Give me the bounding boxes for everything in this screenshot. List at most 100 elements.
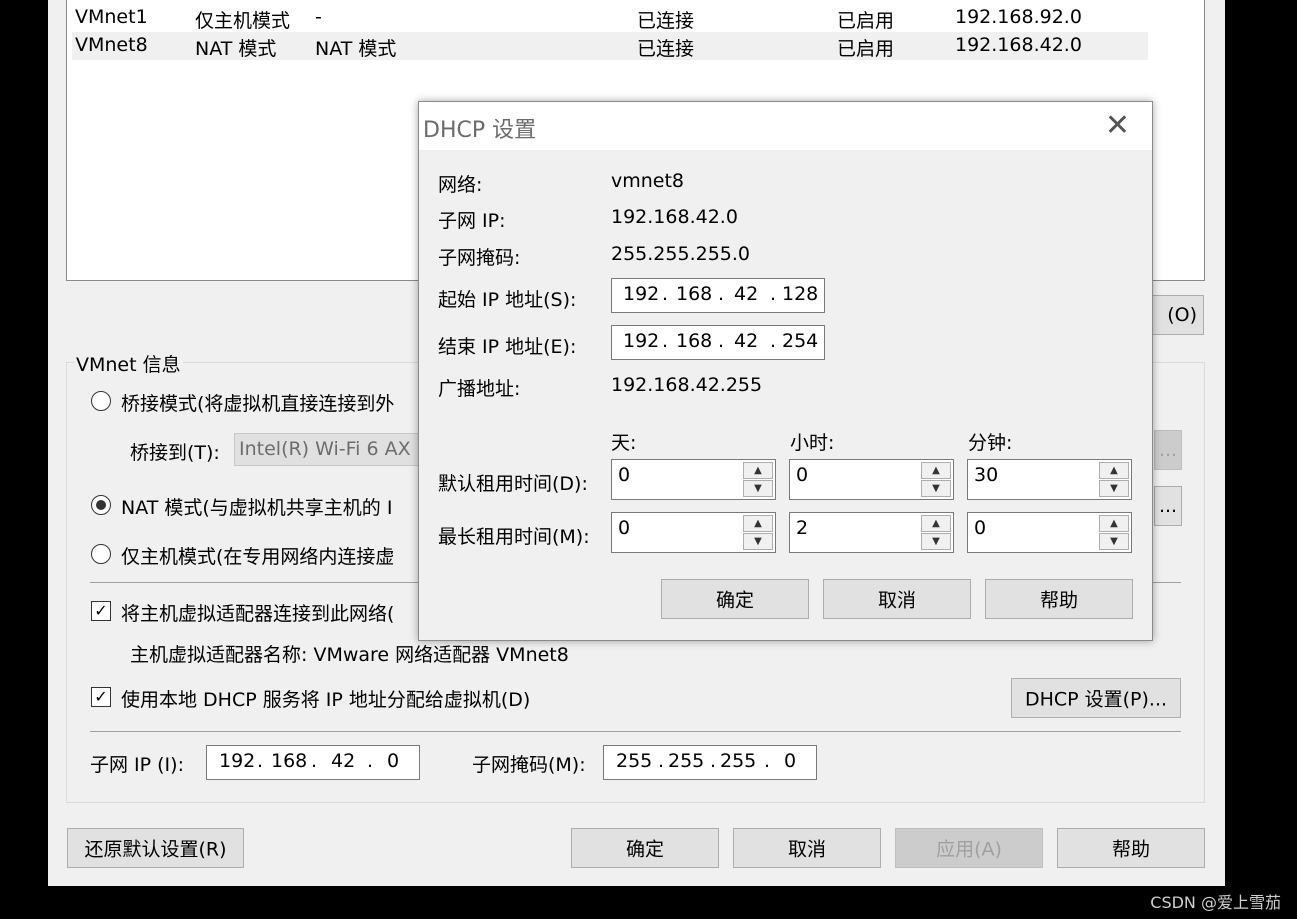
help-button-label: 帮助: [1111, 838, 1150, 861]
nat-settings-button-label: ...: [1158, 495, 1178, 517]
spin-down-icon[interactable]: ▼: [921, 533, 951, 550]
dialog-ok-label: 确定: [715, 589, 754, 612]
dialog-ok-button[interactable]: 确定: [661, 579, 809, 619]
network-subnet: 192.168.42.0: [955, 34, 1082, 56]
dhcp-settings-dialog: DHCP 设置 ✕ 网络: vmnet8 子网 IP: 192.168.42.0…: [418, 101, 1153, 641]
ip-octet: 42: [734, 330, 759, 352]
ip-octet: 192: [623, 330, 660, 352]
ip-octet: 255: [720, 750, 757, 772]
subnet-mask-label: 子网掩码:: [438, 247, 521, 269]
days-column-label: 天:: [611, 432, 637, 454]
hours-column-label: 小时:: [790, 432, 835, 454]
screen: { "networks": { "rows": [ {"name":"VMnet…: [0, 0, 1297, 919]
table-row[interactable]: VMnet1 仅主机模式 - 已连接 已启用 192.168.92.0: [72, 4, 1148, 32]
spinner-value: 0: [618, 464, 631, 486]
spinner-value: 30: [974, 464, 999, 486]
close-icon[interactable]: ✕: [1105, 108, 1130, 143]
spin-down-icon[interactable]: ▼: [1099, 480, 1129, 497]
spin-down-icon[interactable]: ▼: [743, 480, 773, 497]
ok-button-label: 确定: [625, 838, 664, 861]
subnet-ip-field[interactable]: 192 . 168 . 42 . 0: [206, 745, 420, 780]
spin-up-icon[interactable]: ▲: [743, 462, 773, 479]
spinner-value: 2: [796, 517, 809, 539]
spin-up-icon[interactable]: ▲: [1099, 462, 1129, 479]
subnet-ip-value: 192.168.42.0: [611, 206, 738, 228]
default-lease-label: 默认租用时间(D):: [438, 473, 588, 495]
restore-defaults-button[interactable]: 还原默认设置(R): [67, 828, 244, 868]
ip-octet: 192: [219, 750, 256, 772]
spin-up-icon[interactable]: ▲: [743, 515, 773, 532]
ip-octet: 255: [616, 750, 653, 772]
cancel-button[interactable]: 取消: [733, 828, 881, 868]
default-lease-minutes-spinner[interactable]: 30 ▲ ▼: [967, 459, 1132, 500]
nat-settings-button[interactable]: ...: [1154, 486, 1182, 526]
bridge-settings-button[interactable]: ...: [1154, 430, 1182, 470]
spin-up-icon[interactable]: ▲: [1099, 515, 1129, 532]
network-host-connection: 已连接: [637, 38, 695, 60]
hostonly-radio[interactable]: [91, 544, 111, 564]
start-ip-field[interactable]: 192 . 168 . 42 . 128: [611, 278, 825, 313]
bridged-radio[interactable]: [91, 391, 111, 411]
network-type: 仅主机模式: [195, 10, 291, 32]
max-lease-minutes-spinner[interactable]: 0 ▲ ▼: [967, 512, 1132, 553]
apply-button[interactable]: 应用(A): [895, 828, 1043, 868]
spin-down-icon[interactable]: ▼: [743, 533, 773, 550]
ok-button[interactable]: 确定: [571, 828, 719, 868]
spin-up-icon[interactable]: ▲: [921, 462, 951, 479]
max-lease-hours-spinner[interactable]: 2 ▲ ▼: [789, 512, 954, 553]
bridge-settings-button-label: ...: [1158, 439, 1178, 461]
network-dhcp: 已启用: [837, 38, 895, 60]
ip-octet: 192: [623, 283, 660, 305]
cancel-button-label: 取消: [787, 838, 826, 861]
ip-dot: .: [662, 330, 669, 352]
spin-up-icon[interactable]: ▲: [921, 515, 951, 532]
ip-dot: .: [662, 283, 669, 305]
default-lease-hours-spinner[interactable]: 0 ▲ ▼: [789, 459, 954, 500]
spin-down-icon[interactable]: ▼: [921, 480, 951, 497]
spinner-value: 0: [796, 464, 809, 486]
watermark: CSDN @爱上雪茄: [1150, 893, 1281, 912]
connect-adapter-checkbox[interactable]: ✓: [91, 601, 111, 621]
network-host-connection: 已连接: [637, 10, 695, 32]
ip-octet: 42: [331, 750, 356, 772]
dialog-titlebar: DHCP 设置 ✕: [419, 102, 1152, 150]
spinner-value: 0: [618, 517, 631, 539]
subnet-mask-field[interactable]: 255 . 255 . 255 . 0: [603, 745, 817, 780]
network-dhcp: 已启用: [837, 10, 895, 32]
adapter-name-label: 主机虚拟适配器名称: VMware 网络适配器 VMnet8: [130, 644, 569, 666]
max-lease-days-spinner[interactable]: 0 ▲ ▼: [611, 512, 776, 553]
use-dhcp-label: 使用本地 DHCP 服务将 IP 地址分配给虚拟机(D): [121, 689, 531, 711]
spin-down-icon[interactable]: ▼: [1099, 533, 1129, 550]
dialog-help-button[interactable]: 帮助: [985, 579, 1133, 619]
dhcp-settings-button[interactable]: DHCP 设置(P)...: [1011, 678, 1181, 718]
dialog-cancel-label: 取消: [877, 589, 916, 612]
network-external: NAT 模式: [315, 38, 397, 60]
subnet-ip-label: 子网 IP (I):: [90, 754, 184, 776]
broadcast-label: 广播地址:: [438, 378, 521, 400]
ip-dot: .: [710, 750, 717, 772]
ip-octet: 168: [271, 750, 308, 772]
ip-octet: 255: [668, 750, 705, 772]
bridge-to-value: Intel(R) Wi-Fi 6 AX: [239, 438, 411, 460]
dialog-cancel-button[interactable]: 取消: [823, 579, 971, 619]
restore-defaults-label: 还原默认设置(R): [84, 838, 227, 861]
ip-dot: .: [367, 750, 374, 772]
use-dhcp-checkbox[interactable]: ✓: [91, 687, 111, 707]
network-type: NAT 模式: [195, 38, 277, 60]
ip-dot: .: [718, 330, 725, 352]
dialog-help-label: 帮助: [1039, 589, 1078, 612]
ip-octet: 0: [387, 750, 400, 772]
nat-radio[interactable]: [91, 495, 111, 515]
ip-dot: .: [257, 750, 264, 772]
end-ip-field[interactable]: 192 . 168 . 42 . 254: [611, 325, 825, 360]
table-row[interactable]: VMnet8 NAT 模式 NAT 模式 已连接 已启用 192.168.42.…: [72, 32, 1148, 60]
radio-selected-dot: [96, 500, 106, 510]
default-lease-days-spinner[interactable]: 0 ▲ ▼: [611, 459, 776, 500]
help-button[interactable]: 帮助: [1057, 828, 1205, 868]
end-ip-label: 结束 IP 地址(E):: [438, 336, 577, 358]
network-value: vmnet8: [611, 170, 685, 192]
ip-octet: 168: [676, 283, 713, 305]
ip-octet: 0: [784, 750, 797, 772]
ip-octet: 128: [782, 283, 819, 305]
spinner-value: 0: [974, 517, 987, 539]
